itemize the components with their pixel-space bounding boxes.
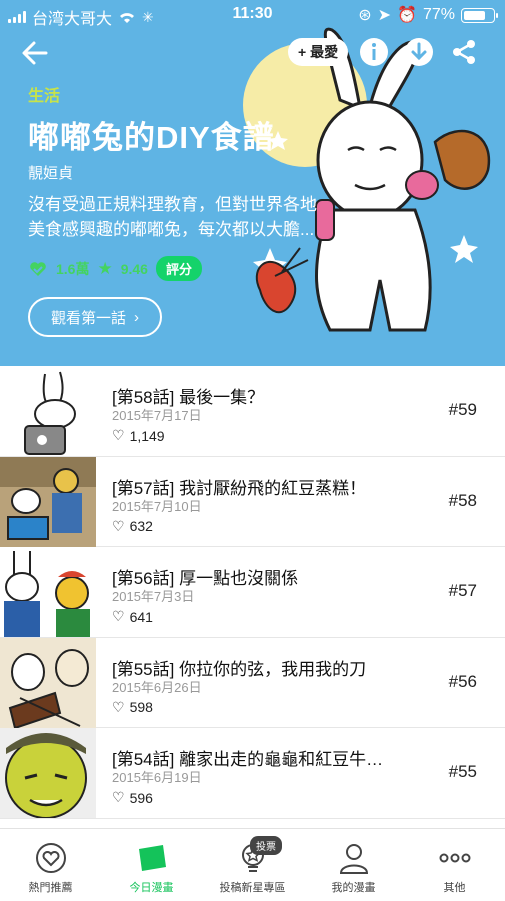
tab-label: 今日漫畫 — [129, 882, 174, 894]
vote-badge: 投票 — [250, 836, 282, 855]
today-comic-icon — [138, 845, 166, 871]
star-icon: ★ — [97, 258, 113, 278]
author-name: 靚姮貞 — [28, 165, 74, 182]
tab-label: 其他 — [443, 882, 466, 894]
person-icon — [339, 844, 368, 874]
episode-date: 2015年7月17日 — [112, 408, 202, 423]
info-button[interactable] — [358, 36, 390, 68]
episode-thumbnail — [0, 547, 96, 637]
share-icon — [453, 40, 475, 64]
tab-label: 我的漫畫 — [331, 882, 376, 894]
heart-icon: ♡ — [112, 698, 125, 715]
episode-date: 2015年6月26日 — [112, 679, 202, 695]
tab-hot-recommendations[interactable]: 熱門推薦 — [0, 829, 101, 901]
episode-thumbnail — [0, 456, 96, 547]
episode-number: #57 — [448, 581, 477, 600]
episode-likes: 1,149 — [129, 427, 165, 444]
heart-circle-icon — [35, 843, 66, 873]
status-bar: 台湾大哥大 ✳ 11:30 ⊛ ➤ ⏰ 77% — [0, 0, 505, 30]
header-toolbar: + 最愛 — [0, 36, 505, 70]
rating-value: 9.46 — [120, 260, 148, 277]
tab-new-star-submissions[interactable]: 投票 投稿新星專區 — [202, 829, 303, 901]
tab-today-comics[interactable]: 今日漫畫 — [101, 829, 202, 901]
like-count: 1.6萬 — [56, 260, 90, 277]
episode-thumbnail — [0, 637, 96, 728]
episode-number: #56 — [448, 671, 477, 691]
download-icon — [405, 38, 433, 66]
series-stats: 1.6萬 ★ 9.46 評分 — [28, 256, 202, 281]
tab-label: 投稿新星專區 — [219, 882, 286, 894]
genre-label: 生活 — [28, 88, 61, 105]
series-title: 嘟嘟兔的DIY食譜 — [28, 120, 275, 155]
alarm-icon: ⏰ — [397, 7, 417, 24]
battery-icon — [461, 7, 498, 23]
episode-row[interactable]: [第57話] 我討厭紛飛的紅豆蒸糕！ 2015年7月10日 ♡ 632 #58 — [0, 456, 505, 547]
episode-likes: 598 — [129, 699, 153, 715]
like-icon — [30, 261, 46, 276]
episode-row[interactable]: [第54話] 離家出走的龜龜和紅豆牛… 2015年6月19日 ♡ 596 #55 — [0, 728, 505, 819]
episode-likes: 632 — [129, 518, 153, 534]
location-icon: ➤ — [377, 7, 392, 24]
view-first-episode-label: 觀看第一話 — [50, 309, 126, 327]
episode-date: 2015年6月19日 — [112, 770, 202, 785]
episode-thumbnail — [0, 366, 96, 456]
heart-icon: ♡ — [112, 608, 125, 624]
chevron-right-icon: › — [134, 308, 139, 326]
tab-my-comics[interactable]: 我的漫畫 — [303, 829, 404, 901]
bottom-tab-bar: 熱門推薦 今日漫畫 投票 投稿新星專區 我的漫畫 其他 — [0, 828, 505, 900]
battery-percent: 77% — [422, 6, 455, 23]
episode-number: #58 — [448, 490, 477, 510]
episode-row[interactable]: [第58話] 最後一集？ 2015年7月17日 ♡ 1,149 #59 — [0, 366, 505, 457]
episode-likes: 641 — [129, 608, 153, 625]
series-header: 台湾大哥大 ✳ 11:30 ⊛ ➤ ⏰ 77% + 最愛 生活 嘟嘟兔的DIY食… — [0, 0, 505, 366]
view-first-episode-button[interactable]: 觀看第一話 › — [28, 297, 162, 337]
series-description: 沒有受過正規料理教育，但對世界各地美食感興趣的嘟嘟兔，每次都以大膽... — [28, 195, 317, 239]
episode-likes: 596 — [129, 789, 153, 806]
heart-icon: ♡ — [112, 789, 125, 805]
tab-label: 熱門推薦 — [28, 882, 73, 894]
more-icon — [439, 853, 470, 863]
rotation-lock-icon: ⊛ — [358, 7, 372, 24]
rate-button[interactable]: 評分 — [155, 256, 202, 281]
episode-list: [第58話] 最後一集？ 2015年7月17日 ♡ 1,149 #59 [第57話… — [0, 366, 505, 828]
episode-date: 2015年7月10日 — [112, 498, 202, 514]
download-button[interactable] — [403, 36, 435, 68]
heart-icon: ♡ — [112, 427, 125, 443]
episode-row[interactable]: [第56話] 厚一點也沒關係 2015年7月3日 ♡ 641 #57 — [0, 547, 505, 638]
episode-number: #55 — [448, 762, 477, 781]
episode-date: 2015年7月3日 — [112, 589, 195, 604]
add-favorite-button[interactable]: + 最愛 — [288, 38, 349, 66]
heart-icon: ♡ — [112, 517, 125, 534]
episode-row[interactable]: [第55話] 你拉你的弦，我用我的刀 2015年6月26日 ♡ 598 #56 — [0, 637, 505, 728]
share-button[interactable] — [448, 36, 480, 68]
info-icon — [360, 38, 388, 66]
back-arrow-icon[interactable] — [20, 38, 50, 68]
episode-thumbnail — [0, 728, 96, 818]
episode-number: #59 — [448, 400, 477, 419]
tab-more[interactable]: 其他 — [404, 829, 505, 901]
